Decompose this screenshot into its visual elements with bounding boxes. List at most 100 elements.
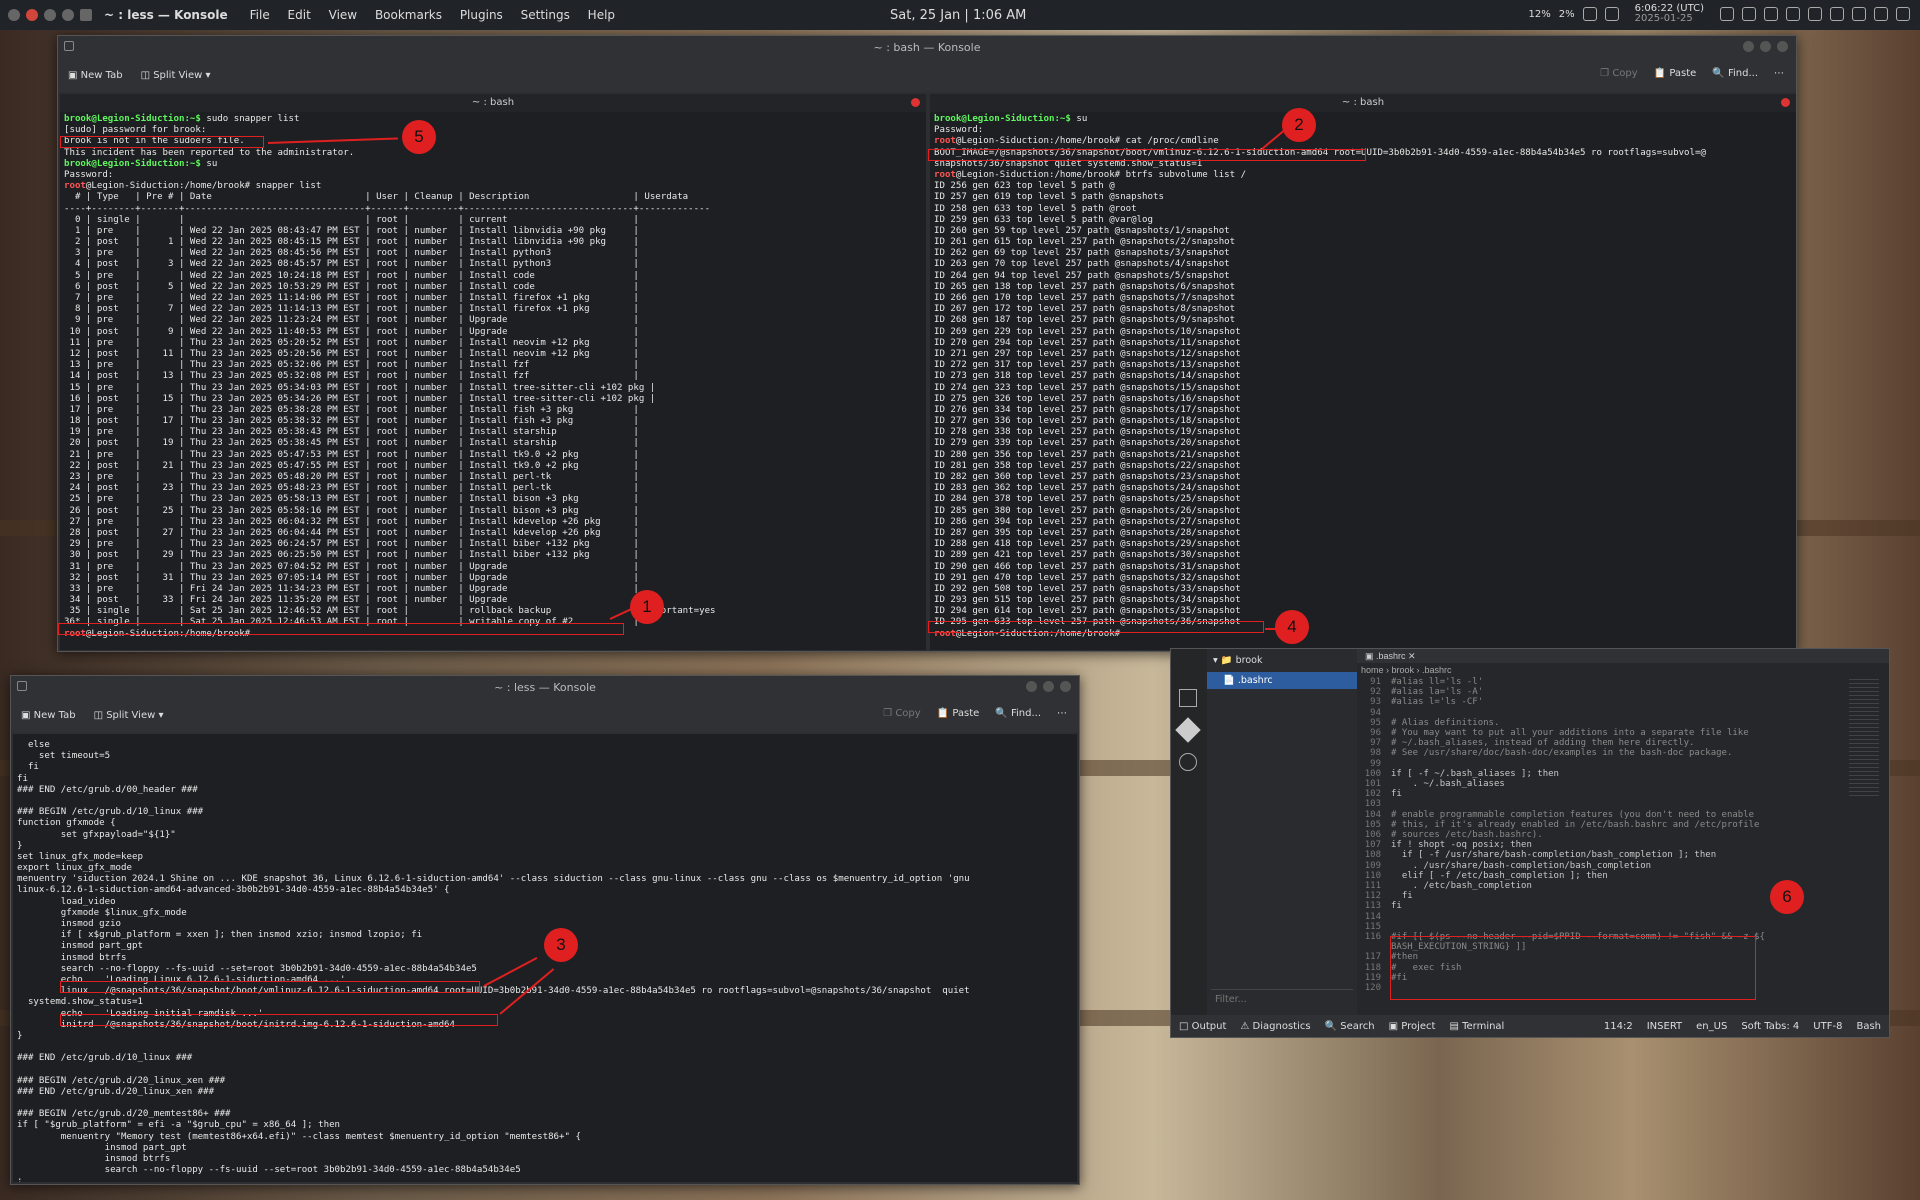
menu-file[interactable]: File: [250, 8, 270, 22]
search-button[interactable]: 🔍 Search: [1325, 1021, 1375, 1032]
close-button[interactable]: [1060, 681, 1071, 692]
menu-help[interactable]: Help: [588, 8, 615, 22]
menu-view[interactable]: View: [329, 8, 357, 22]
menu-bookmarks[interactable]: Bookmarks: [375, 8, 442, 22]
terminal-button[interactable]: ▤ Terminal: [1449, 1021, 1504, 1032]
terminal-line: 24 | post | 23 | Thu 23 Jan 2025 05:48:2…: [64, 483, 639, 494]
window-close-icon[interactable]: [26, 9, 38, 21]
tray-icon[interactable]: [1604, 7, 1619, 21]
new-tab-button[interactable]: ▣ New Tab: [21, 710, 76, 721]
terminal-tray-icon[interactable]: [1720, 7, 1734, 21]
help-icon[interactable]: [1852, 7, 1866, 21]
minimize-button[interactable]: [1026, 681, 1037, 692]
terminal-line: ID 274 gen 323 top level 257 path @snaps…: [934, 382, 1241, 393]
locale[interactable]: en_US: [1696, 1021, 1727, 1032]
maximize-button[interactable]: [1760, 41, 1771, 52]
battery-percent[interactable]: 12%: [1529, 9, 1551, 20]
code-editor[interactable]: ▣ .bashrc ✕ home › brook › .bashrc 91 #al…: [1357, 649, 1889, 1037]
editor-tab[interactable]: ▣ .bashrc ✕: [1357, 649, 1889, 663]
network-icon[interactable]: [1874, 7, 1888, 21]
titlebar[interactable]: ~ : bash — Konsole: [58, 36, 1796, 58]
new-tab-button[interactable]: ▣ New Tab: [68, 70, 123, 81]
window-menu-icon[interactable]: [64, 41, 74, 51]
overflow-menu-icon[interactable]: ⋯: [1057, 708, 1067, 719]
tree-folder[interactable]: ▾ 📁 brook: [1207, 649, 1357, 672]
paste-button[interactable]: 📋 Paste: [937, 708, 980, 719]
close-button[interactable]: [1777, 41, 1788, 52]
window-minimize-icon[interactable]: [44, 9, 56, 21]
menu-plugins[interactable]: Plugins: [460, 8, 503, 22]
terminal-output[interactable]: brook@Legion-Siduction:~$ sudo snapper l…: [60, 112, 926, 650]
code-line: 116 #if [[ $(ps --no-header --pid=$PPID -…: [1357, 932, 1889, 942]
find-button[interactable]: 🔍 Find...: [995, 708, 1041, 719]
minimize-button[interactable]: [1743, 41, 1754, 52]
outline-icon[interactable]: [1179, 689, 1197, 707]
language[interactable]: Bash: [1856, 1021, 1881, 1032]
split-view-button[interactable]: ◫ Split View ▾: [94, 710, 164, 721]
terminal-line: ID 286 gen 394 top level 257 path @snaps…: [934, 516, 1241, 527]
window-menu-icon[interactable]: [17, 681, 27, 691]
code-text: # enable programmable completion feature…: [1391, 809, 1755, 820]
tab-size[interactable]: Soft Tabs: 4: [1741, 1021, 1799, 1032]
breadcrumb-item[interactable]: .bashrc: [1422, 665, 1452, 675]
code-line: 95 # Alias definitions.: [1357, 718, 1889, 728]
code-text: #alias la='ls -A': [1391, 687, 1484, 698]
launcher-icon[interactable]: [8, 9, 20, 21]
code-lines[interactable]: 91 #alias ll='ls -l' 92 #alias la='ls -A' 93…: [1357, 677, 1889, 993]
filter-input[interactable]: Filter...: [1211, 989, 1353, 1007]
minimap[interactable]: [1849, 679, 1879, 799]
brightness-icon[interactable]: [1830, 7, 1844, 21]
copy-button[interactable]: ❐ Copy: [883, 708, 921, 719]
pane-close-icon[interactable]: [1781, 98, 1790, 107]
diagnostics-button[interactable]: ⚠ Diagnostics: [1240, 1021, 1310, 1032]
cursor-position[interactable]: 114:2: [1604, 1021, 1633, 1032]
titlebar[interactable]: ~ : less — Konsole: [11, 676, 1079, 698]
terminal-line: 22 | post | 21 | Thu 23 Jan 2025 05:47:5…: [64, 460, 639, 471]
pane-close-icon[interactable]: [911, 98, 920, 107]
terminal-output[interactable]: brook@Legion-Siduction:~$ su Password: roo…: [930, 112, 1796, 650]
terminal-line: ID 275 gen 326 top level 257 path @snaps…: [934, 393, 1241, 404]
tray-icon[interactable]: [1582, 7, 1597, 21]
tree-file-selected[interactable]: 📄 .bashrc: [1207, 672, 1357, 689]
display-icon[interactable]: [1764, 7, 1778, 21]
paste-button[interactable]: 📋 Paste: [1654, 68, 1697, 79]
utc-clock[interactable]: 6:06:22 (UTC) 2025-01-25: [1635, 4, 1704, 24]
terminal-line: menuentry 'siduction 2024.1 Shine on ...…: [17, 874, 970, 885]
cpu-percent[interactable]: 2%: [1559, 9, 1575, 20]
panel-clock[interactable]: Sat, 25 Jan | 1:06 AM: [890, 8, 1026, 23]
breadcrumb-item[interactable]: home: [1361, 665, 1384, 675]
breadcrumb: home › brook › .bashrc: [1361, 665, 1452, 675]
terminal-line: insmod part_gpt: [17, 1142, 187, 1153]
output-button[interactable]: □ Output: [1179, 1021, 1226, 1032]
bluetooth-icon[interactable]: [1808, 7, 1822, 21]
maximize-button[interactable]: [1043, 681, 1054, 692]
encoding[interactable]: UTF-8: [1813, 1021, 1842, 1032]
find-button[interactable]: 🔍 Find...: [1712, 68, 1758, 79]
project-button[interactable]: ▣ Project: [1389, 1021, 1436, 1032]
left-pane[interactable]: ~ : bash brook@Legion-Siduction:~$ sudo …: [60, 94, 926, 650]
git-icon[interactable]: [1175, 717, 1201, 743]
branch-icon[interactable]: [1179, 753, 1197, 771]
overflow-menu-icon[interactable]: ⋯: [1774, 68, 1784, 79]
code-text: #alias l='ls -CF': [1391, 697, 1484, 708]
less-output[interactable]: else set timeout=5 fi fi ### END /etc/grub…: [13, 734, 1077, 1182]
code-line: 96 # You may want to put all your additio…: [1357, 728, 1889, 738]
clipboard-icon[interactable]: [1742, 7, 1756, 21]
terminal-line: BOOT_IMAGE=/@snapshots/36/snapshot/boot/…: [934, 147, 1706, 158]
breadcrumb-item[interactable]: brook: [1392, 665, 1415, 675]
copy-button[interactable]: ❐ Copy: [1600, 68, 1638, 79]
menu-edit[interactable]: Edit: [288, 8, 311, 22]
terminal-line: ID 278 gen 338 top level 257 path @snaps…: [934, 427, 1241, 438]
code-line: 111 . /etc/bash_completion: [1357, 881, 1889, 891]
menu-settings[interactable]: Settings: [521, 8, 570, 22]
line-number: 98: [1370, 748, 1381, 759]
terminal-line: function gfxmode {: [17, 818, 116, 829]
line-number: 103: [1364, 799, 1381, 810]
split-view-button[interactable]: ◫ Split View ▾: [141, 70, 211, 81]
line-number: 105: [1364, 819, 1381, 830]
right-pane[interactable]: ~ : bash brook@Legion-Siduction:~$ su Pas…: [930, 94, 1796, 650]
volume-icon[interactable]: [1786, 7, 1800, 21]
window-maximize-icon[interactable]: [62, 9, 74, 21]
chevron-down-icon[interactable]: [1896, 7, 1910, 21]
